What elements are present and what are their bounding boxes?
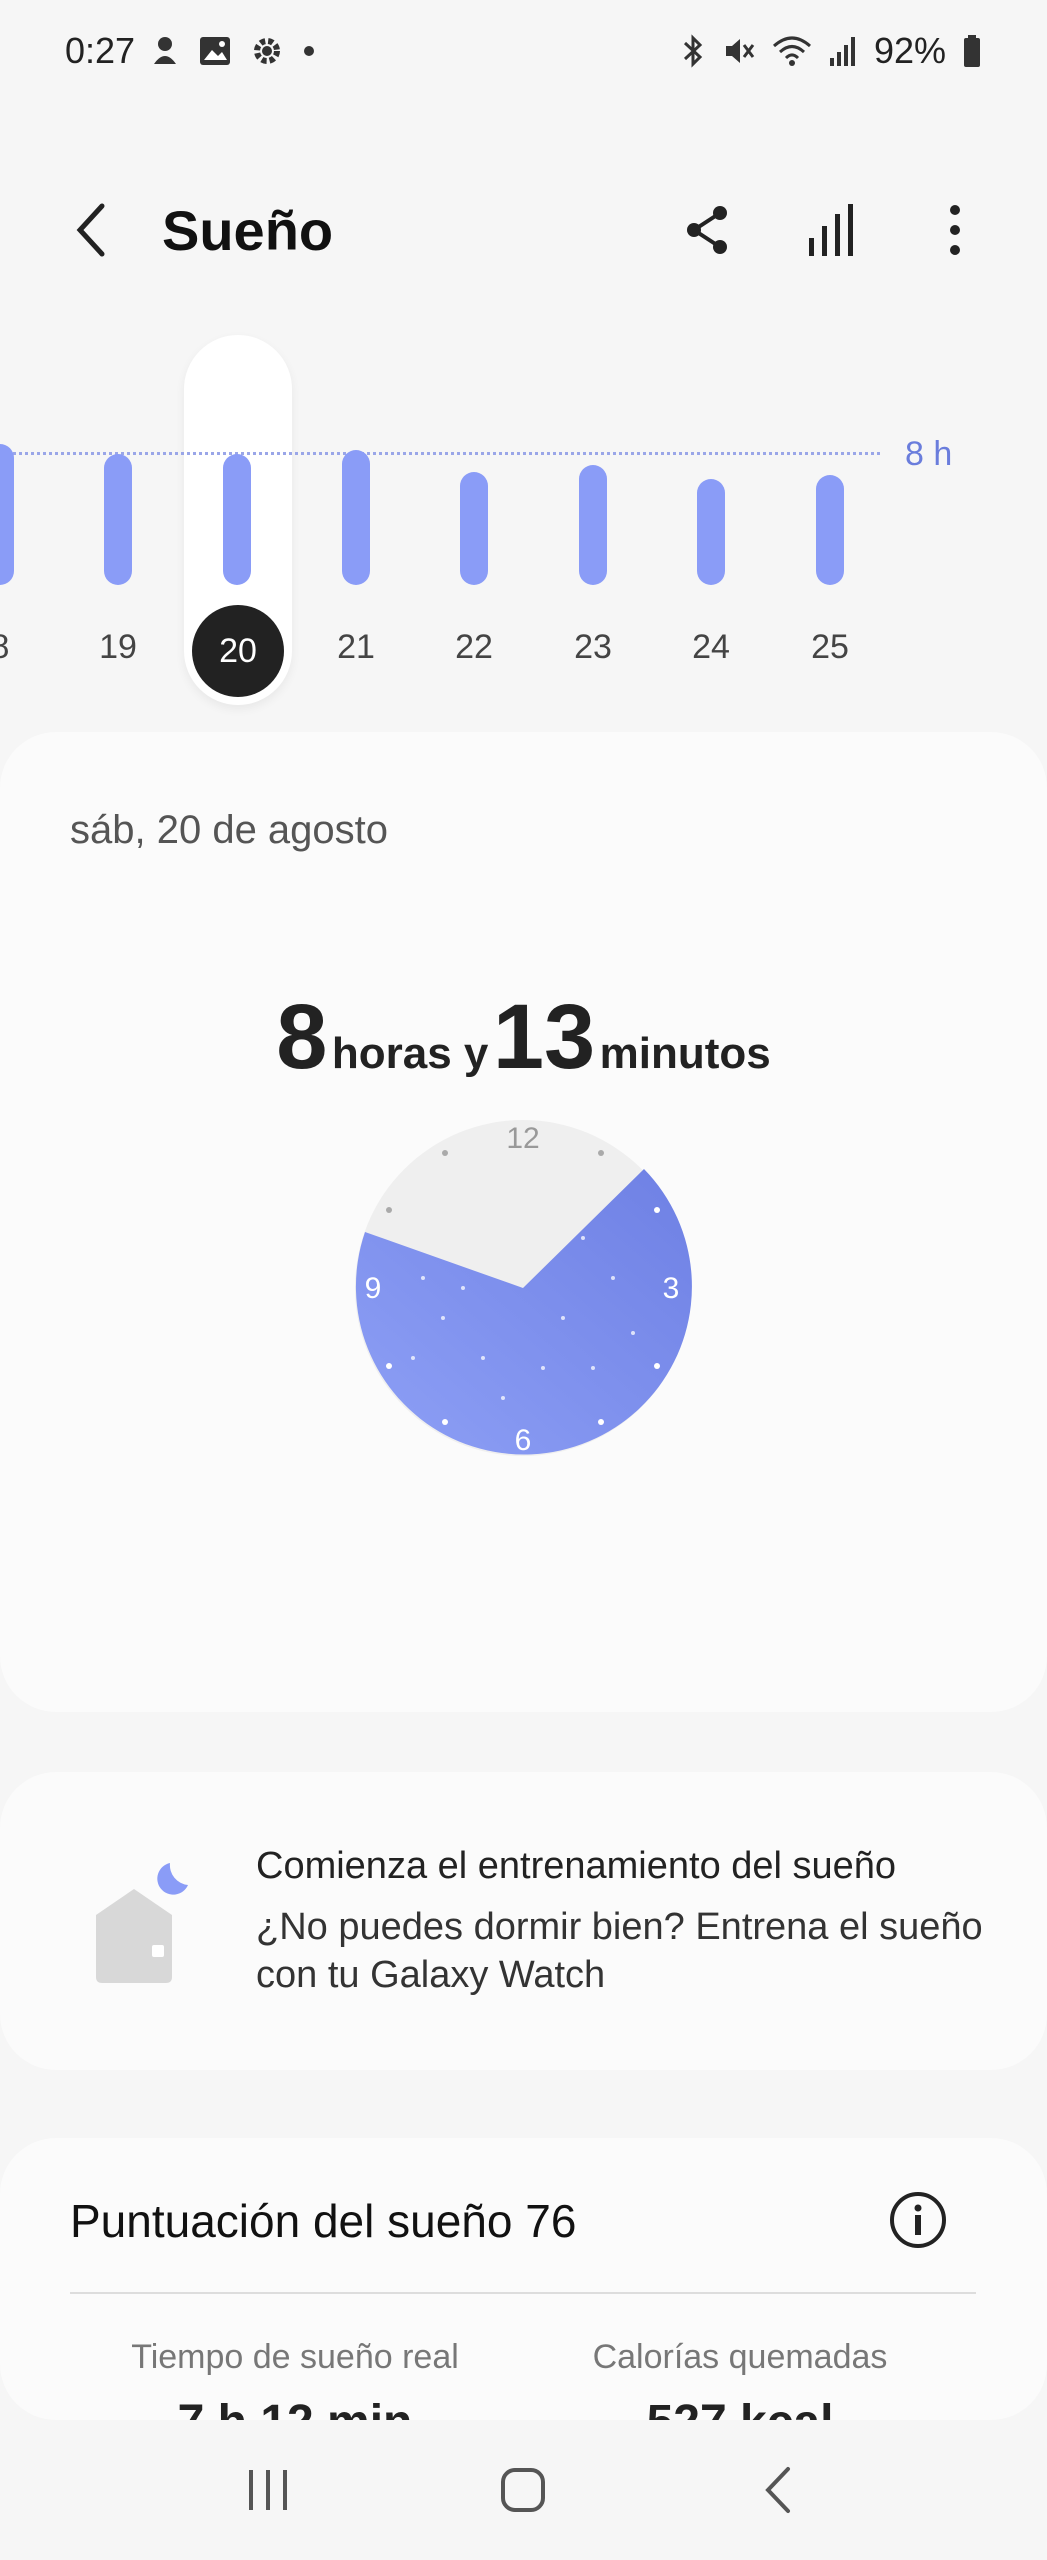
statistics-button[interactable] bbox=[799, 195, 863, 265]
day-label-20-selected[interactable]: 20 bbox=[192, 605, 284, 697]
day-label-19[interactable]: 19 bbox=[78, 628, 158, 667]
sleep-score-label: Puntuación del sueño 76 bbox=[70, 2195, 577, 2247]
day-label-21[interactable]: 21 bbox=[316, 628, 396, 667]
duration-hours-word: horas y bbox=[331, 1029, 489, 1078]
stat-label-real-sleep: Tiempo de sueño real bbox=[131, 2338, 459, 2376]
gallery-icon bbox=[200, 37, 230, 65]
clock-label-3: 3 bbox=[663, 1272, 680, 1305]
duration-minutes: 13 bbox=[492, 986, 596, 1088]
day-bar-21[interactable] bbox=[342, 450, 370, 585]
page-title: Sueño bbox=[162, 199, 334, 262]
home-button[interactable] bbox=[483, 2450, 563, 2530]
day-label-24[interactable]: 24 bbox=[671, 628, 751, 667]
mute-icon bbox=[725, 39, 755, 63]
signal-icon bbox=[829, 37, 855, 66]
status-time: 0:27 bbox=[65, 30, 136, 71]
clock-label-9: 9 bbox=[365, 1272, 382, 1305]
duration-minutes-word: minutos bbox=[599, 1029, 771, 1078]
sleep-duration: 8 horas y 13 minutos bbox=[0, 985, 1047, 1090]
goal-label: 8 h bbox=[905, 435, 953, 473]
day-label-22[interactable]: 22 bbox=[434, 628, 514, 667]
more-options-button[interactable] bbox=[923, 195, 987, 265]
app-bar-actions bbox=[675, 195, 987, 265]
nav-back-icon bbox=[765, 2467, 791, 2513]
nav-back-button[interactable] bbox=[739, 2450, 819, 2530]
coaching-description: ¿No puedes dormir bien? Entrena el sueño… bbox=[256, 1906, 983, 1996]
sleep-date: sáb, 20 de agosto bbox=[70, 808, 389, 852]
clock-label-12: 12 bbox=[506, 1122, 539, 1155]
stat-value-calories: 527 kcal bbox=[530, 2395, 950, 2420]
clock-label-6: 6 bbox=[515, 1424, 532, 1457]
day-bar-24[interactable] bbox=[697, 478, 725, 585]
coaching-title: Comienza el entrenamiento del sueño bbox=[256, 1845, 897, 1887]
recents-button[interactable] bbox=[228, 2450, 308, 2530]
sleep-house-moon-icon bbox=[96, 1863, 188, 1983]
day-bar-23[interactable] bbox=[579, 465, 607, 585]
status-icons-right: 92% bbox=[680, 30, 982, 72]
share-icon bbox=[687, 206, 727, 254]
bluetooth-icon bbox=[683, 34, 703, 68]
info-icon bbox=[890, 2192, 946, 2248]
day-bar-20[interactable] bbox=[223, 453, 251, 585]
system-nav-bar bbox=[0, 2420, 1047, 2560]
back-arrow-icon bbox=[76, 203, 105, 257]
day-bar-19[interactable] bbox=[104, 453, 132, 585]
sleep-score-card[interactable]: Puntuación del sueño 76 Tiempo de sueño … bbox=[0, 2138, 1047, 2420]
notification-app-icon bbox=[154, 37, 176, 64]
day-bar-22[interactable] bbox=[460, 471, 488, 585]
goal-line bbox=[0, 452, 880, 455]
share-button[interactable] bbox=[675, 195, 739, 265]
stat-label-calories: Calorías quemadas bbox=[592, 2338, 888, 2376]
status-icons-left bbox=[150, 34, 316, 68]
recents-icon bbox=[248, 2470, 287, 2510]
day-bar-25[interactable] bbox=[816, 475, 844, 585]
battery-icon bbox=[964, 35, 980, 67]
sleep-clock: 12 3 6 9 bbox=[355, 1120, 692, 1457]
stat-value-real-sleep: 7 h 12 min bbox=[85, 2395, 505, 2420]
day-bar-8[interactable] bbox=[0, 443, 14, 585]
info-button[interactable] bbox=[888, 2190, 948, 2250]
settings-gear-icon bbox=[254, 38, 280, 64]
day-label-8[interactable]: 8 bbox=[0, 628, 40, 667]
bar-chart-icon bbox=[809, 204, 853, 256]
back-button[interactable] bbox=[60, 195, 120, 265]
dot-icon bbox=[304, 46, 314, 56]
day-label-23[interactable]: 23 bbox=[553, 628, 633, 667]
wifi-icon bbox=[772, 36, 811, 66]
score-divider bbox=[70, 2292, 976, 2294]
day-label-25[interactable]: 25 bbox=[790, 628, 870, 667]
duration-hours: 8 bbox=[276, 986, 328, 1088]
home-icon bbox=[501, 2468, 546, 2512]
more-vertical-icon bbox=[950, 205, 960, 255]
battery-percent: 92% bbox=[873, 30, 946, 71]
